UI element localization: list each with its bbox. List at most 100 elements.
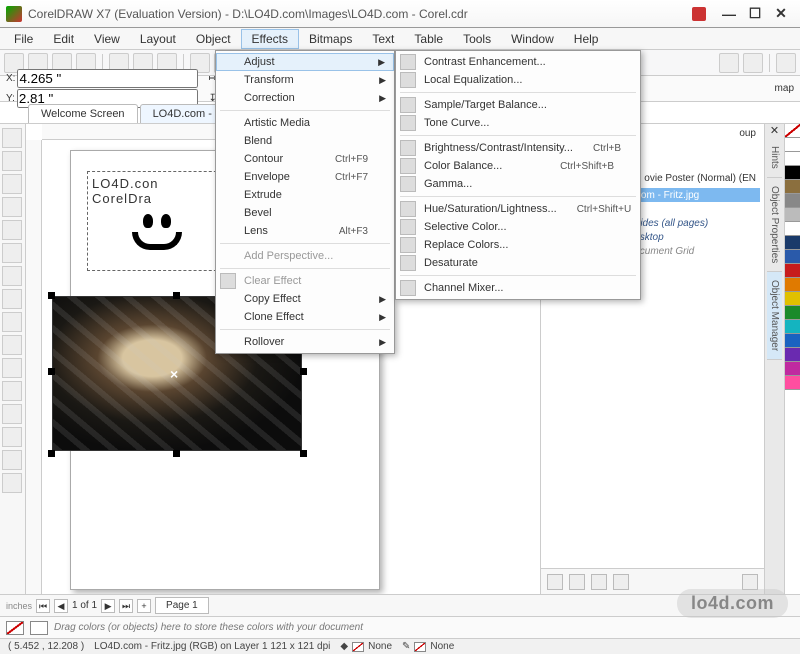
om-delete-button[interactable] [742,574,758,590]
om-new-layer-button[interactable] [547,574,563,590]
menu-help[interactable]: Help [564,30,609,48]
dropshadow-tool[interactable] [2,381,22,401]
vertical-ruler[interactable] [26,140,42,594]
outline-tool[interactable] [2,473,22,493]
eyedropper-tool[interactable] [2,427,22,447]
page-last-button[interactable]: ⏭ [119,599,133,613]
user-icon[interactable] [692,7,706,21]
om-new-master-button[interactable] [569,574,585,590]
color-swatch[interactable] [785,376,800,390]
snap-button[interactable] [719,53,739,73]
rectangle-tool[interactable] [2,243,22,263]
menu-item[interactable]: Gamma... [396,175,640,193]
zoom-tool[interactable] [2,197,22,217]
crop-tool[interactable] [2,174,22,194]
docker-tab-props[interactable]: Object Properties [767,178,782,272]
color-swatch[interactable] [785,236,800,250]
color-swatch[interactable] [785,278,800,292]
menu-item[interactable]: Local Equalization... [396,71,640,89]
menu-bitmaps[interactable]: Bitmaps [299,30,362,48]
text-tool[interactable] [2,312,22,332]
menu-edit[interactable]: Edit [43,30,84,48]
menu-object[interactable]: Object [186,30,241,48]
menu-item[interactable]: Adjust▶ [216,53,394,71]
menu-item[interactable]: Copy Effect▶ [216,290,394,308]
menu-item[interactable]: Correction▶ [216,89,394,107]
menu-item[interactable]: Hue/Saturation/Lightness...Ctrl+Shift+U [396,200,640,218]
bitmap-trace-label[interactable]: map [775,83,794,94]
page-next-button[interactable]: ▶ [101,599,115,613]
menu-item[interactable]: Contrast Enhancement... [396,53,640,71]
minimize-button[interactable]: — [716,5,742,23]
pick-tool[interactable] [2,128,22,148]
color-swatch[interactable] [785,152,800,166]
color-swatch[interactable] [785,124,800,138]
menu-item[interactable]: Tone Curve... [396,114,640,132]
color-swatch[interactable] [785,362,800,376]
selection-handle[interactable] [300,368,307,375]
color-swatch[interactable] [785,306,800,320]
docker-tab-objmgr[interactable]: Object Manager [767,272,782,360]
menu-item[interactable]: LensAlt+F3 [216,222,394,240]
menu-item[interactable]: Clone Effect▶ [216,308,394,326]
menu-item[interactable]: Desaturate [396,254,640,272]
menu-view[interactable]: View [84,30,130,48]
color-swatch[interactable] [785,208,800,222]
launch-button[interactable] [776,53,796,73]
selection-handle[interactable] [300,450,307,457]
color-swatch[interactable] [785,292,800,306]
menu-tools[interactable]: Tools [453,30,501,48]
menu-item[interactable]: Color Balance...Ctrl+Shift+B [396,157,640,175]
page-tab[interactable]: Page 1 [155,597,209,614]
transparency-tool[interactable] [2,404,22,424]
menu-item[interactable]: Bevel [216,204,394,222]
close-button[interactable]: ✕ [768,5,794,23]
page-first-button[interactable]: ⏮ [36,599,50,613]
selection-handle[interactable] [48,368,55,375]
dimension-tool[interactable] [2,335,22,355]
ellipse-tool[interactable] [2,266,22,286]
om-btn3[interactable] [591,574,607,590]
color-swatch[interactable] [785,138,800,152]
menu-item[interactable]: Blend [216,132,394,150]
color-swatch[interactable] [785,250,800,264]
docker-close-icon[interactable]: ✕ [770,124,779,138]
color-swatch[interactable] [785,348,800,362]
menu-item[interactable]: Rollover▶ [216,333,394,351]
color-swatch[interactable] [785,166,800,180]
menu-item[interactable]: Clear Effect [216,272,394,290]
menu-item[interactable]: Artistic Media [216,114,394,132]
selection-handle[interactable] [48,292,55,299]
menu-item[interactable]: Brightness/Contrast/Intensity...Ctrl+B [396,139,640,157]
menu-item[interactable]: Selective Color... [396,218,640,236]
page-add-button[interactable]: + [137,599,151,613]
selection-handle[interactable] [48,450,55,457]
selection-handle[interactable] [173,292,180,299]
menu-effects[interactable]: Effects [241,29,299,49]
docker-tab-hints[interactable]: Hints [767,138,782,178]
menu-item[interactable]: Sample/Target Balance... [396,96,640,114]
color-swatch[interactable] [785,194,800,208]
color-swatch[interactable] [785,264,800,278]
menu-item[interactable]: Extrude [216,186,394,204]
menu-window[interactable]: Window [501,30,564,48]
connector-tool[interactable] [2,358,22,378]
menu-item[interactable]: Transform▶ [216,71,394,89]
logo-group[interactable]: LO4D.con CorelDra [87,171,227,271]
stroke-well[interactable] [30,621,48,635]
maximize-button[interactable]: ☐ [742,5,768,23]
menu-text[interactable]: Text [362,30,404,48]
menu-item[interactable]: ContourCtrl+F9 [216,150,394,168]
polygon-tool[interactable] [2,289,22,309]
color-swatch[interactable] [785,320,800,334]
menu-file[interactable]: File [4,30,43,48]
menu-layout[interactable]: Layout [130,30,186,48]
options-button[interactable] [743,53,763,73]
tab-welcome[interactable]: Welcome Screen [28,104,138,123]
color-swatch[interactable] [785,334,800,348]
menu-item[interactable]: Replace Colors... [396,236,640,254]
color-swatch[interactable] [785,180,800,194]
selection-handle[interactable] [173,450,180,457]
color-swatch[interactable] [785,222,800,236]
fill-well[interactable] [6,621,24,635]
